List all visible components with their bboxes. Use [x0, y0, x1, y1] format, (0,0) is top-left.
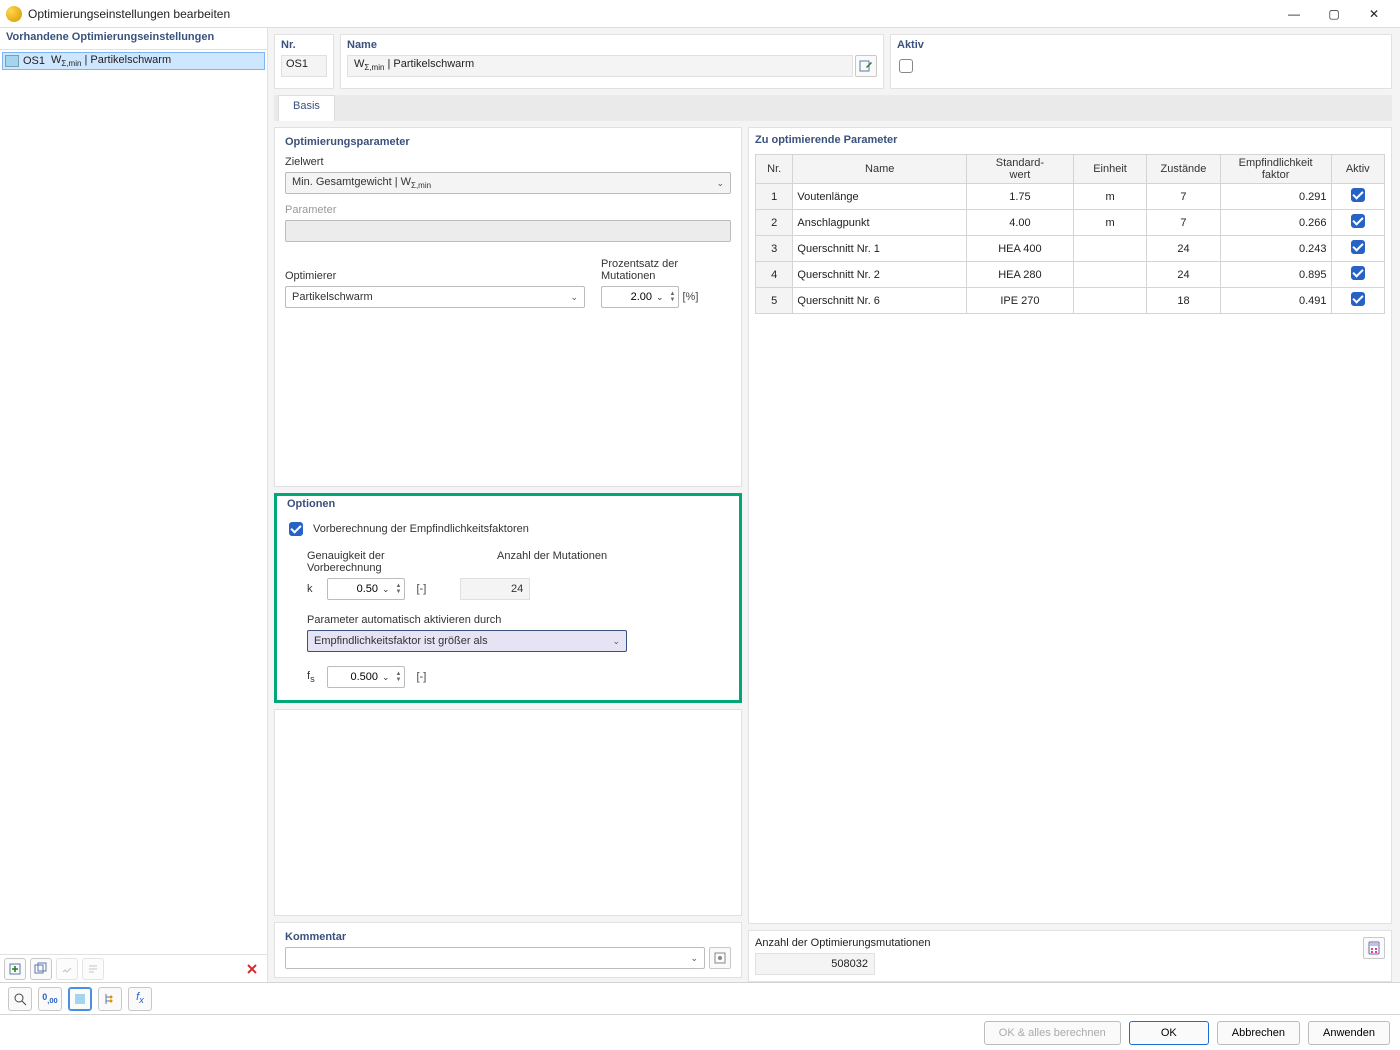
col-std[interactable]: Standard-wert	[967, 155, 1074, 184]
kommentar-panel: Kommentar ⌄	[274, 922, 742, 978]
col-nr[interactable]: Nr.	[756, 155, 793, 184]
k-label: k	[307, 583, 319, 595]
toolbtn-color[interactable]	[68, 987, 92, 1011]
table-row[interactable]: 1Voutenlänge1.75m70.291	[756, 184, 1385, 210]
k-unit: [-]	[417, 583, 427, 595]
mutations-panel: Anzahl der Optimierungsmutationen 508032	[748, 930, 1392, 982]
col-emp[interactable]: Empfindlichkeitfaktor	[1220, 155, 1331, 184]
spacer-panel	[274, 709, 742, 916]
optimierer-combo[interactable]: Partikelschwarm⌄	[285, 286, 585, 308]
edit-name-button[interactable]	[855, 55, 877, 77]
kommentar-pick-button[interactable]	[709, 947, 731, 969]
toolbar-button-3[interactable]	[56, 958, 78, 980]
opt-params-panel: Zu optimierende Parameter Nr. Name Stand…	[748, 127, 1392, 924]
tab-basis[interactable]: Basis	[278, 95, 335, 121]
k-input[interactable]: ⌄▲▼	[327, 578, 405, 600]
nr-label: Nr.	[281, 39, 327, 51]
name-field[interactable]: WΣ,min | Partikelschwarm	[347, 55, 853, 77]
options-title: Optionen	[287, 498, 729, 510]
table-row[interactable]: 2Anschlagpunkt4.00m70.266	[756, 210, 1385, 236]
new-item-button[interactable]	[4, 958, 26, 980]
table-row[interactable]: 5Querschnitt Nr. 6IPE 270180.491	[756, 288, 1385, 314]
toolbtn-fx[interactable]: fx	[128, 987, 152, 1011]
name-label: Name	[347, 39, 877, 51]
precalc-checkbox[interactable]	[289, 522, 303, 536]
table-row[interactable]: 3Querschnitt Nr. 1HEA 400240.243	[756, 236, 1385, 262]
nr-field: OS1	[281, 55, 327, 77]
aktiv-label: Aktiv	[897, 39, 1385, 51]
apply-button[interactable]: Anwenden	[1308, 1021, 1390, 1045]
row-aktiv-checkbox[interactable]	[1351, 214, 1365, 228]
auto-activate-label: Parameter automatisch aktivieren durch	[307, 614, 729, 626]
kommentar-combo[interactable]: ⌄	[285, 947, 705, 969]
aktiv-box: Aktiv	[890, 34, 1392, 89]
opt-params-table: Nr. Name Standard-wert Einheit Zustände …	[755, 154, 1385, 314]
mutation-pct-unit: [%]	[683, 291, 699, 303]
col-einheit[interactable]: Einheit	[1073, 155, 1146, 184]
ok-button[interactable]: OK	[1129, 1021, 1209, 1045]
mutations-label: Anzahl der Optimierungsmutationen	[755, 937, 1385, 949]
table-row[interactable]: 4Querschnitt Nr. 2HEA 280240.895	[756, 262, 1385, 288]
precalc-label: Vorberechnung der Empfindlichkeitsfaktor…	[313, 523, 529, 535]
row-aktiv-checkbox[interactable]	[1351, 266, 1365, 280]
tree-item-os1[interactable]: OS1 WΣ,min | Partikelschwarm	[2, 52, 265, 70]
cancel-button[interactable]: Abbrechen	[1217, 1021, 1300, 1045]
opt-params-title: Zu optimierende Parameter	[755, 134, 1385, 146]
row-aktiv-checkbox[interactable]	[1351, 240, 1365, 254]
left-toolbar	[0, 954, 267, 982]
row-aktiv-checkbox[interactable]	[1351, 292, 1365, 306]
col-aktiv[interactable]: Aktiv	[1331, 155, 1384, 184]
zielwert-label: Zielwert	[285, 156, 731, 168]
left-pane: Vorhandene Optimierungseinstellungen OS1…	[0, 28, 268, 982]
dialog-footer: OK & alles berechnen OK Abbrechen Anwend…	[0, 1014, 1400, 1050]
toolbar-button-4[interactable]	[82, 958, 104, 980]
parameter-combo	[285, 220, 731, 242]
toolbtn-search[interactable]	[8, 987, 32, 1011]
titlebar: Optimierungseinstellungen bearbeiten — ▢…	[0, 0, 1400, 28]
auto-activate-combo[interactable]: Empfindlichkeitsfaktor ist größer als⌄	[307, 630, 627, 652]
params-title: Optimierungsparameter	[285, 136, 731, 148]
col-zust[interactable]: Zustände	[1147, 155, 1220, 184]
genauigkeit-label: Genauigkeit der Vorberechnung	[307, 550, 457, 574]
tree-item-id: OS1	[23, 55, 47, 67]
settings-tree[interactable]: OS1 WΣ,min | Partikelschwarm	[0, 50, 267, 954]
optimierer-label: Optimierer	[285, 270, 585, 282]
zielwert-combo[interactable]: Min. Gesamtgewicht | WΣ,min⌄	[285, 172, 731, 194]
options-panel: Optionen Vorberechnung der Empfindlichke…	[274, 493, 742, 703]
mutation-pct-input[interactable]: ⌄▲▼	[601, 286, 679, 308]
close-button[interactable]: ✕	[1354, 2, 1394, 26]
name-box: Name WΣ,min | Partikelschwarm	[340, 34, 884, 89]
col-name[interactable]: Name	[793, 155, 967, 184]
mutation-pct-label: Prozentsatz der Mutationen	[601, 258, 731, 282]
ok-calc-all-button[interactable]: OK & alles berechnen	[984, 1021, 1121, 1045]
nr-box: Nr. OS1	[274, 34, 334, 89]
duplicate-item-button[interactable]	[30, 958, 52, 980]
color-swatch	[5, 55, 19, 67]
tabs: Basis	[274, 95, 1392, 121]
kommentar-label: Kommentar	[285, 931, 731, 943]
toolbtn-tree[interactable]	[98, 987, 122, 1011]
delete-item-button[interactable]	[241, 958, 263, 980]
minimize-button[interactable]: —	[1274, 2, 1314, 26]
maximize-button[interactable]: ▢	[1314, 2, 1354, 26]
fs-input[interactable]: ⌄▲▼	[327, 666, 405, 688]
parameter-label: Parameter	[285, 204, 731, 216]
calc-mutations-button[interactable]	[1363, 937, 1385, 959]
mutations-output: 508032	[755, 953, 875, 975]
anzahl-mut-label: Anzahl der Mutationen	[497, 550, 607, 574]
anzahl-mut-output: 24	[460, 578, 530, 600]
right-pane: Nr. OS1 Name WΣ,min | Partikelschwarm Ak…	[268, 28, 1400, 982]
toolbtn-units[interactable]: 0,00	[38, 987, 62, 1011]
row-aktiv-checkbox[interactable]	[1351, 188, 1365, 202]
left-header: Vorhandene Optimierungseinstellungen	[0, 28, 267, 50]
fs-label: fs	[307, 670, 319, 684]
bottom-toolbar: 0,00 fx	[0, 982, 1400, 1014]
app-icon	[6, 6, 22, 22]
window-title: Optimierungseinstellungen bearbeiten	[28, 7, 1274, 21]
aktiv-checkbox[interactable]	[899, 59, 913, 73]
fs-unit: [-]	[417, 671, 427, 683]
params-panel: Optimierungsparameter Zielwert Min. Gesa…	[274, 127, 742, 487]
tree-item-label: WΣ,min | Partikelschwarm	[51, 54, 171, 68]
